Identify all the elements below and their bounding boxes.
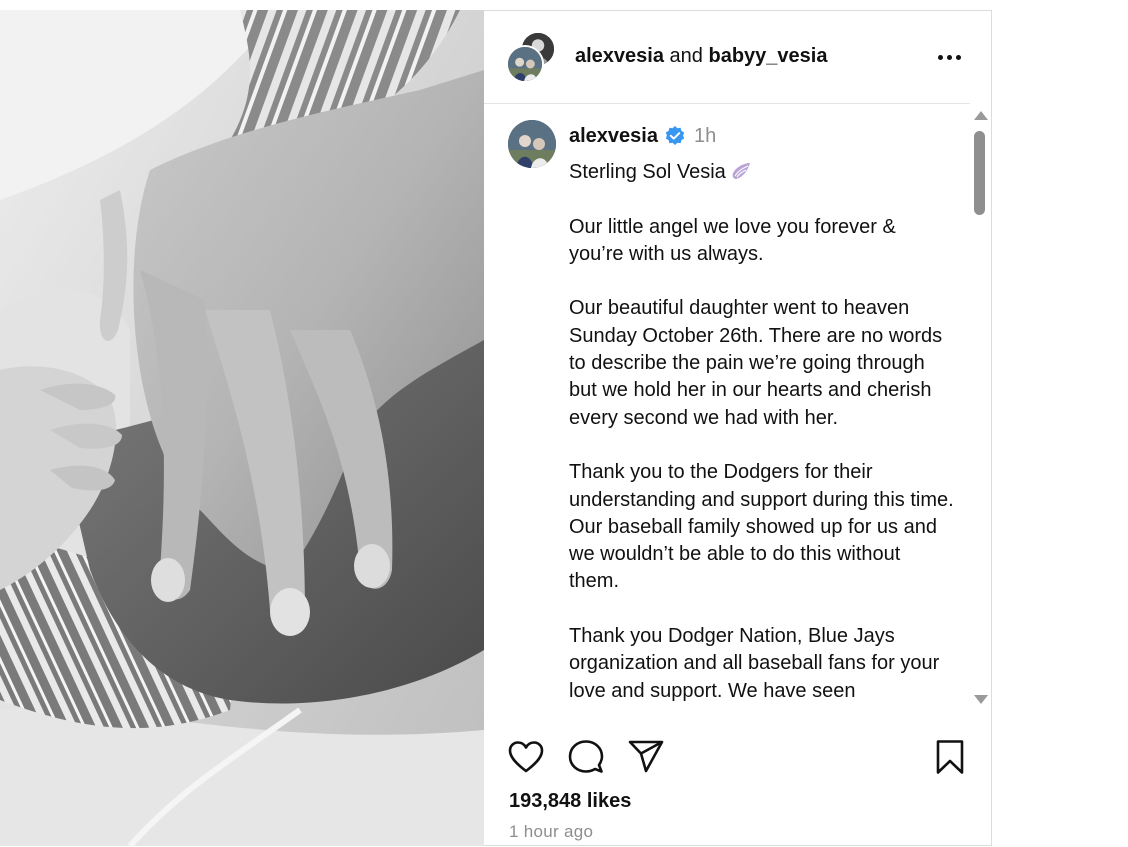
save-button[interactable]: [930, 737, 970, 777]
more-dot: [955, 54, 961, 60]
more-dot: [946, 54, 952, 60]
like-count[interactable]: 193,848 likes: [509, 790, 631, 813]
angel-wing-icon: [730, 161, 752, 181]
scrollbar-thumb[interactable]: [974, 131, 985, 215]
post-panel: alexvesia and babyy_vesia alexvesia 1h S…: [484, 10, 992, 846]
like-button[interactable]: [506, 737, 546, 777]
caption-avatar[interactable]: [508, 120, 556, 168]
profile-photo-icon: [508, 47, 542, 81]
comment-bubble-icon: [568, 740, 604, 773]
caption-title-line: Sterling Sol Vesia: [569, 159, 954, 186]
header-username-2[interactable]: babyy_vesia: [708, 45, 827, 67]
post-photo[interactable]: [0, 10, 484, 846]
caption-title: Sterling Sol Vesia: [569, 161, 726, 183]
caption-paragraph-1: Our little angel we love you forever & y…: [569, 215, 896, 265]
collab-names: alexvesia and babyy_vesia: [575, 44, 827, 68]
paper-plane-icon: [628, 740, 664, 773]
header-connector: and: [669, 45, 703, 67]
caption-paragraph-4: Thank you Dodger Nation, Blue Jays organ…: [569, 625, 940, 702]
scroll-down-arrow-icon[interactable]: [974, 695, 988, 704]
post-timestamp[interactable]: 1 hour ago: [509, 822, 593, 842]
caption-timestamp[interactable]: 1h: [694, 125, 716, 148]
avatar-alexvesia[interactable]: [506, 45, 544, 83]
caption-username[interactable]: alexvesia: [569, 125, 658, 148]
caption-scrollbar[interactable]: [972, 107, 988, 715]
more-options-button[interactable]: [932, 45, 966, 69]
header-username-1[interactable]: alexvesia: [575, 45, 664, 67]
caption-area: alexvesia 1h Sterling Sol Vesia Our litt…: [484, 104, 970, 715]
caption-text: Sterling Sol Vesia Our little angel we l…: [569, 159, 954, 715]
caption-paragraph-3: Thank you to the Dodgers for their under…: [569, 461, 954, 593]
heart-icon: [508, 741, 544, 773]
comment-button[interactable]: [566, 737, 606, 777]
more-options-icon: [937, 54, 943, 60]
caption-user-row: alexvesia 1h: [569, 123, 716, 149]
profile-photo-icon: [508, 120, 556, 168]
verified-badge-icon: [664, 125, 686, 147]
scroll-up-arrow-icon[interactable]: [974, 111, 988, 120]
share-button[interactable]: [626, 737, 666, 777]
caption-paragraph-2: Our beautiful daughter went to heaven Su…: [569, 297, 943, 429]
bookmark-icon: [936, 740, 964, 774]
hands-photo-illustration: [0, 10, 484, 846]
post-header: alexvesia and babyy_vesia: [484, 11, 970, 104]
collab-avatars[interactable]: [506, 31, 558, 83]
action-bar: 193,848 likes 1 hour ago: [484, 715, 992, 847]
